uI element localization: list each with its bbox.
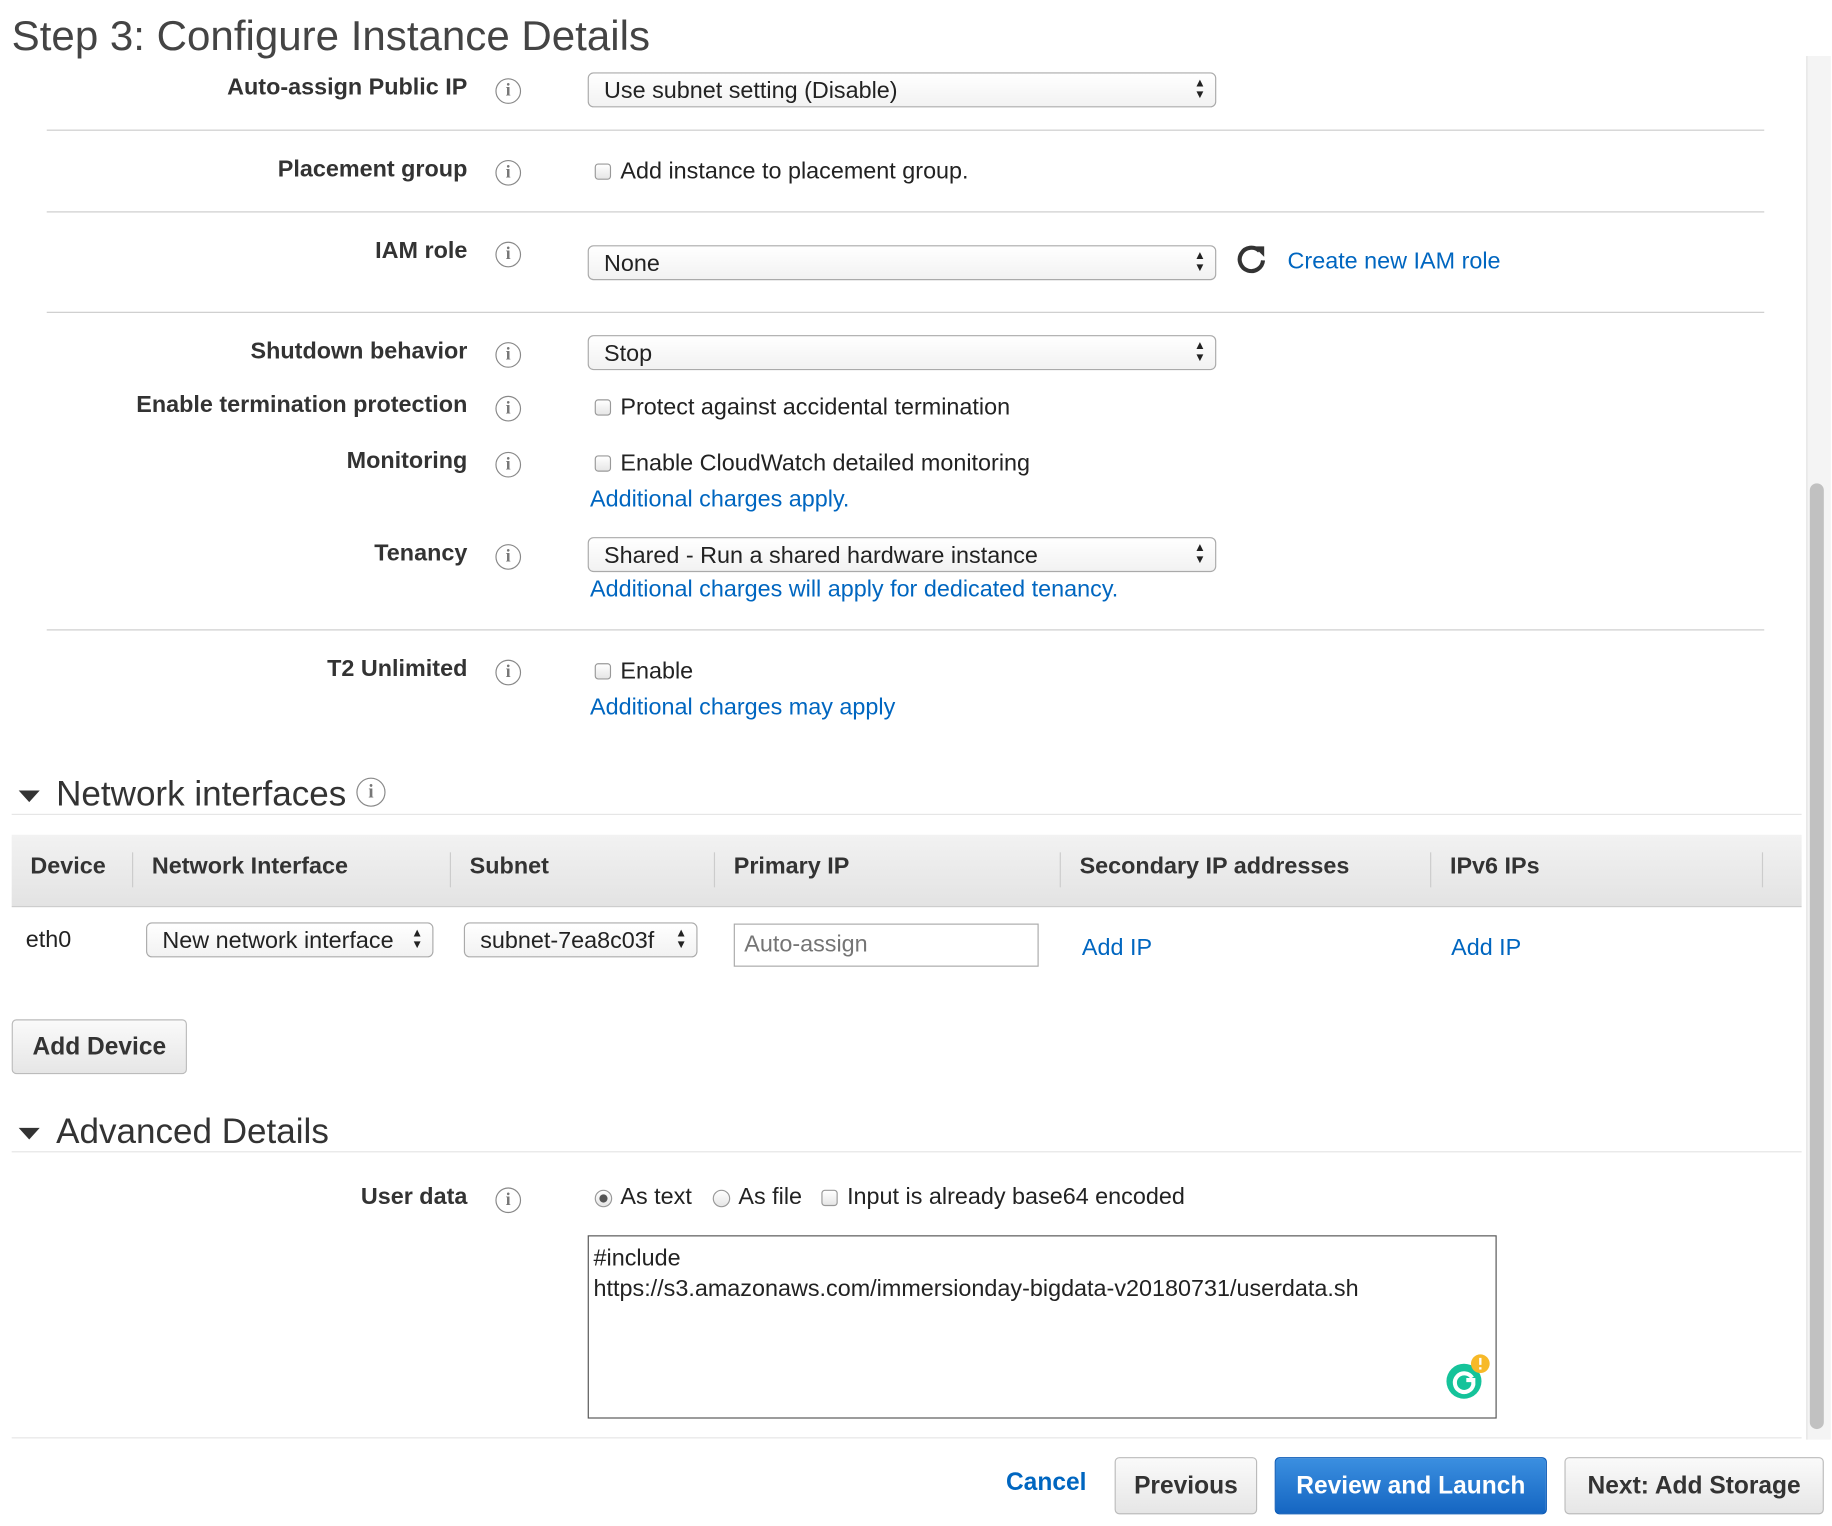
monitoring-checkbox-label: Enable CloudWatch detailed monitoring (620, 450, 1031, 477)
divider (11, 1437, 1802, 1439)
grammarly-icon[interactable] (1444, 1353, 1491, 1400)
termination-protection-label: Enable termination protection (136, 392, 468, 418)
network-interfaces-title[interactable]: Network interfaces (56, 775, 346, 815)
info-icon[interactable]: i (495, 241, 522, 268)
placement-group-label: Placement group (277, 156, 468, 183)
iam-role-value: None (604, 251, 660, 277)
shutdown-behavior-select[interactable]: Stop ▲ ▼ (587, 335, 1217, 371)
monitoring-checkbox[interactable] (594, 455, 612, 472)
add-secondary-ip-link[interactable]: Add IP (1082, 935, 1152, 962)
iam-role-label: IAM role (375, 238, 468, 264)
column-separator (1059, 852, 1061, 888)
as-text-radio[interactable] (594, 1189, 613, 1208)
info-icon[interactable]: i (495, 342, 522, 368)
column-header: Secondary IP addresses (1079, 853, 1350, 880)
subnet-select[interactable]: subnet-7ea8c03f ▲ ▼ (463, 922, 698, 958)
termination-protection-checkbox[interactable] (594, 399, 612, 416)
refresh-icon[interactable] (1234, 241, 1269, 276)
primary-ip-input[interactable] (733, 923, 1039, 967)
info-icon[interactable]: i (495, 451, 522, 478)
t2-unlimited-checkbox[interactable] (594, 663, 612, 680)
monitoring-label: Monitoring (346, 448, 468, 475)
divider (46, 211, 1765, 213)
iam-role-select[interactable]: None ▲ ▼ (587, 245, 1217, 281)
base64-checkbox[interactable] (821, 1189, 838, 1207)
page-title: Step 3: Configure Instance Details (11, 11, 650, 60)
column-header: Device (30, 853, 106, 880)
configure-instance-page: Step 3: Configure Instance Details Auto-… (0, 0, 1832, 1526)
info-icon[interactable]: i (495, 395, 522, 422)
network-interface-select[interactable]: New network interface ▲ ▼ (146, 922, 434, 958)
select-arrows-icon: ▲ ▼ (1194, 339, 1206, 365)
tenancy-value: Shared - Run a shared hardware instance (604, 542, 1038, 569)
shutdown-behavior-label: Shutdown behavior (250, 338, 468, 365)
divider (46, 311, 1765, 313)
review-and-launch-button[interactable]: Review and Launch (1274, 1457, 1547, 1515)
placement-group-checkbox-label: Add instance to placement group. (620, 158, 969, 185)
divider (46, 129, 1765, 131)
info-icon[interactable]: i (495, 159, 522, 186)
add-ipv6-link[interactable]: Add IP (1451, 935, 1521, 962)
as-text-label: As text (620, 1183, 692, 1210)
tenancy-select[interactable]: Shared - Run a shared hardware instance … (587, 537, 1217, 573)
monitoring-charges-link[interactable]: Additional charges apply. (590, 487, 849, 514)
column-header: IPv6 IPs (1449, 853, 1540, 880)
collapse-triangle-icon[interactable] (18, 1127, 40, 1140)
t2-unlimited-charges-link[interactable]: Additional charges may apply (590, 695, 895, 722)
network-interface-value: New network interface (162, 928, 394, 954)
as-file-label: As file (738, 1183, 803, 1210)
select-arrows-icon: ▲ ▼ (411, 927, 423, 952)
placement-group-checkbox[interactable] (594, 163, 612, 180)
column-separator (713, 852, 716, 888)
user-data-label: User data (360, 1183, 468, 1210)
cancel-link[interactable]: Cancel (1006, 1469, 1086, 1497)
advanced-details-title[interactable]: Advanced Details (56, 1113, 329, 1153)
auto-assign-public-ip-select[interactable]: Use subnet setting (Disable) ▲ ▼ (587, 72, 1217, 108)
divider (46, 629, 1765, 631)
info-icon[interactable]: i (495, 1187, 522, 1214)
auto-assign-public-ip-value: Use subnet setting (Disable) (604, 78, 898, 104)
divider (11, 813, 1802, 815)
column-separator (449, 852, 451, 888)
as-file-radio[interactable] (712, 1189, 731, 1208)
shutdown-behavior-value: Stop (604, 340, 653, 367)
next-add-storage-button[interactable]: Next: Add Storage (1564, 1457, 1824, 1515)
info-icon[interactable]: i (356, 777, 386, 807)
column-separator (1761, 852, 1764, 888)
device-cell: eth0 (25, 927, 72, 953)
tenancy-charges-link[interactable]: Additional charges will apply for dedica… (590, 577, 1118, 604)
add-device-button[interactable]: Add Device (11, 1019, 187, 1075)
info-icon[interactable]: i (495, 659, 522, 686)
t2-unlimited-label: T2 Unlimited (327, 656, 468, 682)
scrollbar-thumb[interactable] (1809, 483, 1824, 1430)
divider (11, 1151, 1802, 1153)
previous-button[interactable]: Previous (1114, 1457, 1258, 1515)
column-header: Primary IP (733, 853, 850, 880)
base64-label: Input is already base64 encoded (847, 1183, 1185, 1210)
column-header: Subnet (469, 853, 549, 880)
subnet-value: subnet-7ea8c03f (480, 928, 655, 954)
select-arrows-icon: ▲ ▼ (1194, 77, 1206, 102)
termination-protection-checkbox-label: Protect against accidental termination (620, 394, 1011, 421)
tenancy-label: Tenancy (374, 540, 468, 567)
create-iam-role-link[interactable]: Create new IAM role (1288, 249, 1501, 276)
column-separator (132, 852, 134, 888)
collapse-triangle-icon[interactable] (18, 790, 40, 803)
select-arrows-icon: ▲ ▼ (1194, 541, 1206, 567)
user-data-textarea[interactable]: #include https://s3.amazonaws.com/immers… (587, 1235, 1497, 1419)
info-icon[interactable]: i (495, 78, 522, 104)
info-icon[interactable]: i (495, 544, 522, 570)
column-separator (1430, 852, 1432, 888)
select-arrows-icon: ▲ ▼ (1194, 249, 1206, 275)
select-arrows-icon: ▲ ▼ (675, 927, 688, 952)
column-header: Network Interface (151, 853, 348, 880)
t2-unlimited-checkbox-label: Enable (620, 658, 694, 685)
auto-assign-public-ip-label: Auto-assign Public IP (227, 74, 468, 101)
